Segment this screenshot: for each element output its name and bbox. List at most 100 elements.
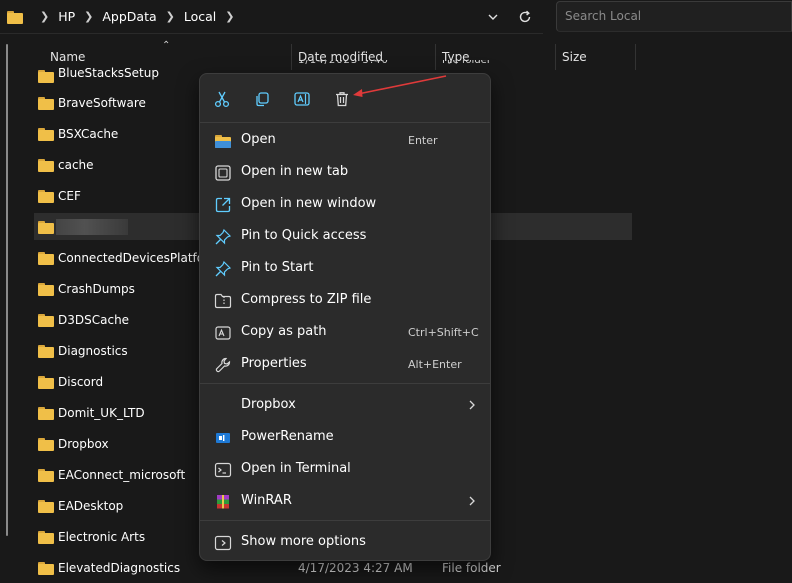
vertical-scrollbar[interactable] (6, 44, 8, 536)
menu-item-label: PowerRename (241, 429, 334, 444)
cut-button[interactable] (209, 86, 235, 112)
breadcrumb-item[interactable]: Local (184, 9, 216, 24)
menu-item-open[interactable]: Open Enter (204, 126, 486, 156)
menu-item-shortcut: Alt+Enter (408, 358, 462, 371)
folder-icon (38, 531, 54, 544)
menu-item-show-more-options[interactable]: Show more options (204, 528, 486, 558)
folder-icon (38, 70, 54, 83)
folder-icon (38, 500, 54, 513)
breadcrumb-item[interactable]: HP (58, 9, 75, 24)
breadcrumb-item[interactable]: AppData (102, 9, 156, 24)
folder-icon (38, 283, 54, 296)
menu-item-pin-start[interactable]: Pin to Start (204, 254, 486, 284)
new-window-icon (214, 196, 232, 214)
menu-item-powerrename[interactable]: PowerRename (204, 423, 486, 453)
menu-item-open-new-window[interactable]: Open in new window (204, 190, 486, 220)
menu-item-label: Copy as path (241, 324, 327, 339)
row-name: CrashDumps (58, 282, 135, 296)
terminal-icon (214, 461, 232, 479)
chevron-right-icon (466, 493, 478, 509)
menu-item-label: Pin to Quick access (241, 228, 367, 243)
trash-icon (336, 92, 348, 107)
folder-icon (38, 407, 54, 420)
row-name: BlueStacksSetup (58, 66, 159, 80)
row-name: ElevatedDiagnostics (58, 561, 181, 575)
folder-icon (38, 190, 54, 203)
row-name: Dropbox (58, 437, 109, 451)
menu-divider (200, 383, 490, 384)
menu-item-dropbox[interactable]: Dropbox (204, 391, 486, 421)
menu-item-label: Open in new tab (241, 164, 349, 179)
row-name: BraveSoftware (58, 96, 146, 110)
folder-icon (38, 469, 54, 482)
row-name: D3DSCache (58, 313, 130, 327)
folder-icon (38, 438, 54, 451)
address-history-button[interactable] (484, 8, 502, 26)
row-date: 4/17/2023 4:27 AM (298, 561, 413, 575)
row-name: CEF (58, 189, 81, 203)
obscured-date: 1/14/2023 5:40 PM (298, 60, 389, 67)
menu-item-winrar[interactable]: WinRAR (204, 487, 486, 517)
menu-item-label: Compress to ZIP file (241, 292, 372, 307)
row-name: Diagnostics (58, 344, 128, 358)
obscured-type: File folder (442, 60, 491, 66)
copy-icon (256, 92, 269, 107)
search-placeholder: Search Local (565, 9, 642, 23)
menu-item-shortcut: Ctrl+Shift+C (408, 326, 479, 339)
menu-item-open-terminal[interactable]: Open in Terminal (204, 455, 486, 485)
row-name: BSXCache (58, 127, 119, 141)
row-name: Domit_UK_LTD (58, 406, 145, 420)
folder-icon (38, 314, 54, 327)
menu-item-label: WinRAR (241, 493, 292, 508)
row-name: ConnectedDevicesPlatform (58, 251, 221, 265)
row-name: EADesktop (58, 499, 124, 513)
rename-button[interactable] (289, 86, 315, 112)
folder-icon (38, 97, 54, 110)
menu-item-open-new-tab[interactable]: Open in new tab (204, 158, 486, 188)
menu-item-label: Dropbox (241, 397, 296, 412)
pin-icon (214, 228, 232, 246)
sort-ascending-icon: ⌃ (162, 40, 171, 51)
wrench-icon (214, 356, 232, 374)
folder-icon (38, 128, 54, 141)
column-divider[interactable] (635, 44, 636, 70)
pin-icon (214, 260, 232, 278)
more-options-icon (214, 534, 232, 552)
menu-item-pin-quick-access[interactable]: Pin to Quick access (204, 222, 486, 252)
row-name: EAConnect_microsoft (58, 468, 186, 482)
row-name: Discord (58, 375, 104, 389)
menu-item-label: Properties (241, 356, 307, 371)
chevron-right-icon (466, 397, 478, 413)
copy-button[interactable] (249, 86, 275, 112)
zip-icon (214, 292, 232, 310)
rename-icon (294, 92, 310, 106)
folder-icon (38, 221, 54, 234)
menu-item-shortcut: Enter (408, 134, 438, 147)
menu-item-label: Open in new window (241, 196, 377, 211)
context-menu: Open Enter Open in new tab Open in new w… (199, 73, 491, 561)
refresh-icon (519, 10, 531, 23)
menu-item-label: Open (241, 132, 276, 147)
row-name: cache (58, 158, 94, 172)
menu-item-properties[interactable]: Properties Alt+Enter (204, 350, 486, 380)
chevron-right-icon: ❯ (40, 10, 50, 23)
folder-icon (38, 345, 54, 358)
chevron-down-icon (488, 14, 498, 20)
folder-icon (38, 376, 54, 389)
menu-item-label: Show more options (241, 534, 366, 549)
chevron-right-icon: ❯ (225, 10, 235, 23)
folder-icon (38, 159, 54, 172)
copy-path-icon (214, 324, 232, 342)
refresh-button[interactable] (516, 8, 534, 26)
annotation-arrow (353, 75, 447, 97)
powerrename-icon (214, 429, 232, 447)
menu-item-copy-as-path[interactable]: Copy as path Ctrl+Shift+C (204, 318, 486, 348)
menu-divider (200, 520, 490, 521)
scissors-icon (214, 91, 230, 108)
redacted-name (56, 219, 128, 235)
chevron-right-icon: ❯ (165, 10, 175, 23)
menu-item-label: Pin to Start (241, 260, 314, 275)
winrar-icon (214, 493, 232, 511)
menu-item-label: Open in Terminal (241, 461, 351, 476)
menu-item-compress-zip[interactable]: Compress to ZIP file (204, 286, 486, 316)
